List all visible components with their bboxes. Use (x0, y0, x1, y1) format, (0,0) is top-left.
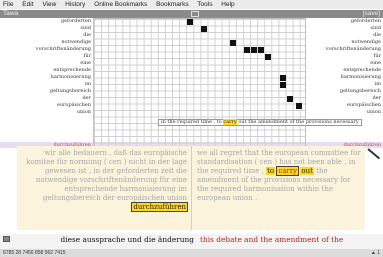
menu-online-bookmarks[interactable]: Online Bookmarks (94, 1, 147, 8)
row-label-right: entsprechende (343, 67, 381, 73)
sentence-icon[interactable] (3, 236, 10, 242)
row-label-left: notwendige (61, 39, 91, 45)
english-text-pane[interactable]: we all regret that the european committe… (193, 146, 365, 230)
row-label-left: geltungsbereich (49, 88, 91, 94)
alignment-cell (280, 82, 286, 88)
row-label-right: eine (370, 60, 381, 66)
row-label-left: union (76, 109, 91, 115)
menu-help[interactable]: Help (221, 1, 234, 8)
row-label-right: geforderten (350, 18, 381, 24)
alignment-cell (265, 54, 271, 60)
strip-text-after: out the amendment of the provisions nece… (236, 119, 359, 125)
row-label-right: die (373, 32, 381, 38)
row-label-left: die (83, 32, 91, 38)
menu-view[interactable]: View (42, 1, 56, 8)
row-label-left: europäischen (56, 102, 91, 108)
row-label-left: eine (80, 60, 91, 66)
row-label-right: geltungsbereich (339, 88, 381, 94)
matrix-row: europäischen europäischen (0, 102, 383, 108)
row-label-right: sind (370, 25, 381, 31)
matrix-row: die die (0, 32, 383, 38)
alignment-cell (258, 47, 264, 53)
matrix-row: der der (0, 95, 383, 101)
menu-file[interactable]: File (3, 1, 13, 8)
matrix-row: entsprechende entsprechende (0, 67, 383, 73)
english-highlight-out[interactable]: out (300, 167, 314, 175)
row-label-right: vorschriftenänderung (325, 46, 381, 52)
parallel-text-panel: wir alle bedauern , daß das europäische … (17, 146, 365, 230)
row-label-left: sind (80, 25, 91, 31)
alignment-cell (296, 103, 302, 109)
menu-history[interactable]: History (65, 1, 85, 8)
matrix-row: union union (0, 109, 383, 115)
row-label-left: im (84, 81, 91, 87)
english-highlight-carry[interactable]: carry (276, 166, 300, 176)
matrix-row: im im (0, 81, 383, 87)
alignment-cell (280, 75, 286, 81)
row-label-right: notwendige (351, 39, 381, 45)
german-text-before: wir alle bedauern , daß das europäische … (26, 149, 187, 202)
row-label-left: geforderten (60, 18, 91, 24)
row-label-right: harmonisierung (340, 74, 381, 80)
menu-bookmarks[interactable]: Bookmarks (156, 1, 189, 8)
save-button[interactable]: [save] (363, 10, 380, 18)
row-label-left: vorschriftenänderung (35, 46, 91, 52)
alignment-cell (187, 19, 193, 25)
english-token-strip: in the required time , to carry out the … (158, 119, 362, 126)
alignment-cell (244, 47, 250, 53)
matrix-row: notwendige notwendige (0, 39, 383, 45)
matrix-row: harmonisierung harmonisierung (0, 74, 383, 80)
menu-bar: File Edit View History Online Bookmarks … (0, 0, 383, 9)
menu-edit[interactable]: Edit (22, 1, 33, 8)
title-bar: Tawa [save] (0, 10, 383, 18)
center-toggle-icon[interactable] (191, 11, 199, 17)
matrix-row: geltungsbereich geltungsbereich (0, 88, 383, 94)
status-bar: 6785 28 7450 858 562 7415 ▲ 1 (0, 249, 383, 257)
status-right: ▲ 1 (370, 250, 380, 256)
row-label-left: entsprechende (53, 67, 91, 73)
strip-text-before: in the required time , to (161, 119, 224, 125)
row-label-right: europäischen (346, 102, 381, 108)
matrix-row: für für (0, 53, 383, 59)
next-sentence-english[interactable]: this debate and the amendment of the (200, 235, 380, 244)
german-highlight[interactable]: durchzuführen (131, 202, 188, 212)
row-label-left: für (83, 53, 91, 59)
alignment-matrix: geforderten geforderten sind sind die di… (0, 18, 383, 160)
alignment-cell (201, 26, 207, 32)
alignment-cell (287, 96, 293, 102)
alignment-cell (251, 47, 257, 53)
row-label-left: harmonisierung (50, 74, 91, 80)
row-label-right: für (373, 53, 381, 59)
row-label-right: im (374, 81, 381, 87)
matrix-row: sind sind (0, 25, 383, 31)
divider-line (367, 148, 381, 160)
english-highlight-to[interactable]: to (266, 167, 276, 175)
german-text-pane[interactable]: wir alle bedauern , daß das europäische … (17, 146, 192, 230)
window-title: Tawa (3, 10, 19, 17)
matrix-row: eine eine (0, 60, 383, 66)
menu-tools[interactable]: Tools (197, 1, 212, 8)
matrix-row: vorschriftenänderung vorschriftenänderun… (0, 46, 383, 52)
row-label-right: union (366, 109, 381, 115)
row-label-right: der (372, 95, 381, 101)
row-label-left: der (82, 95, 91, 101)
next-sentence-german[interactable]: diese aussprache und die änderung (20, 235, 194, 244)
status-text: 6785 28 7450 858 562 7415 (3, 250, 66, 256)
english-text: we all regret that the european committe… (197, 149, 361, 203)
strip-highlight[interactable]: carry (223, 119, 237, 125)
alignment-cell (230, 40, 236, 46)
german-text: wir alle bedauern , daß das europäische … (21, 149, 188, 212)
